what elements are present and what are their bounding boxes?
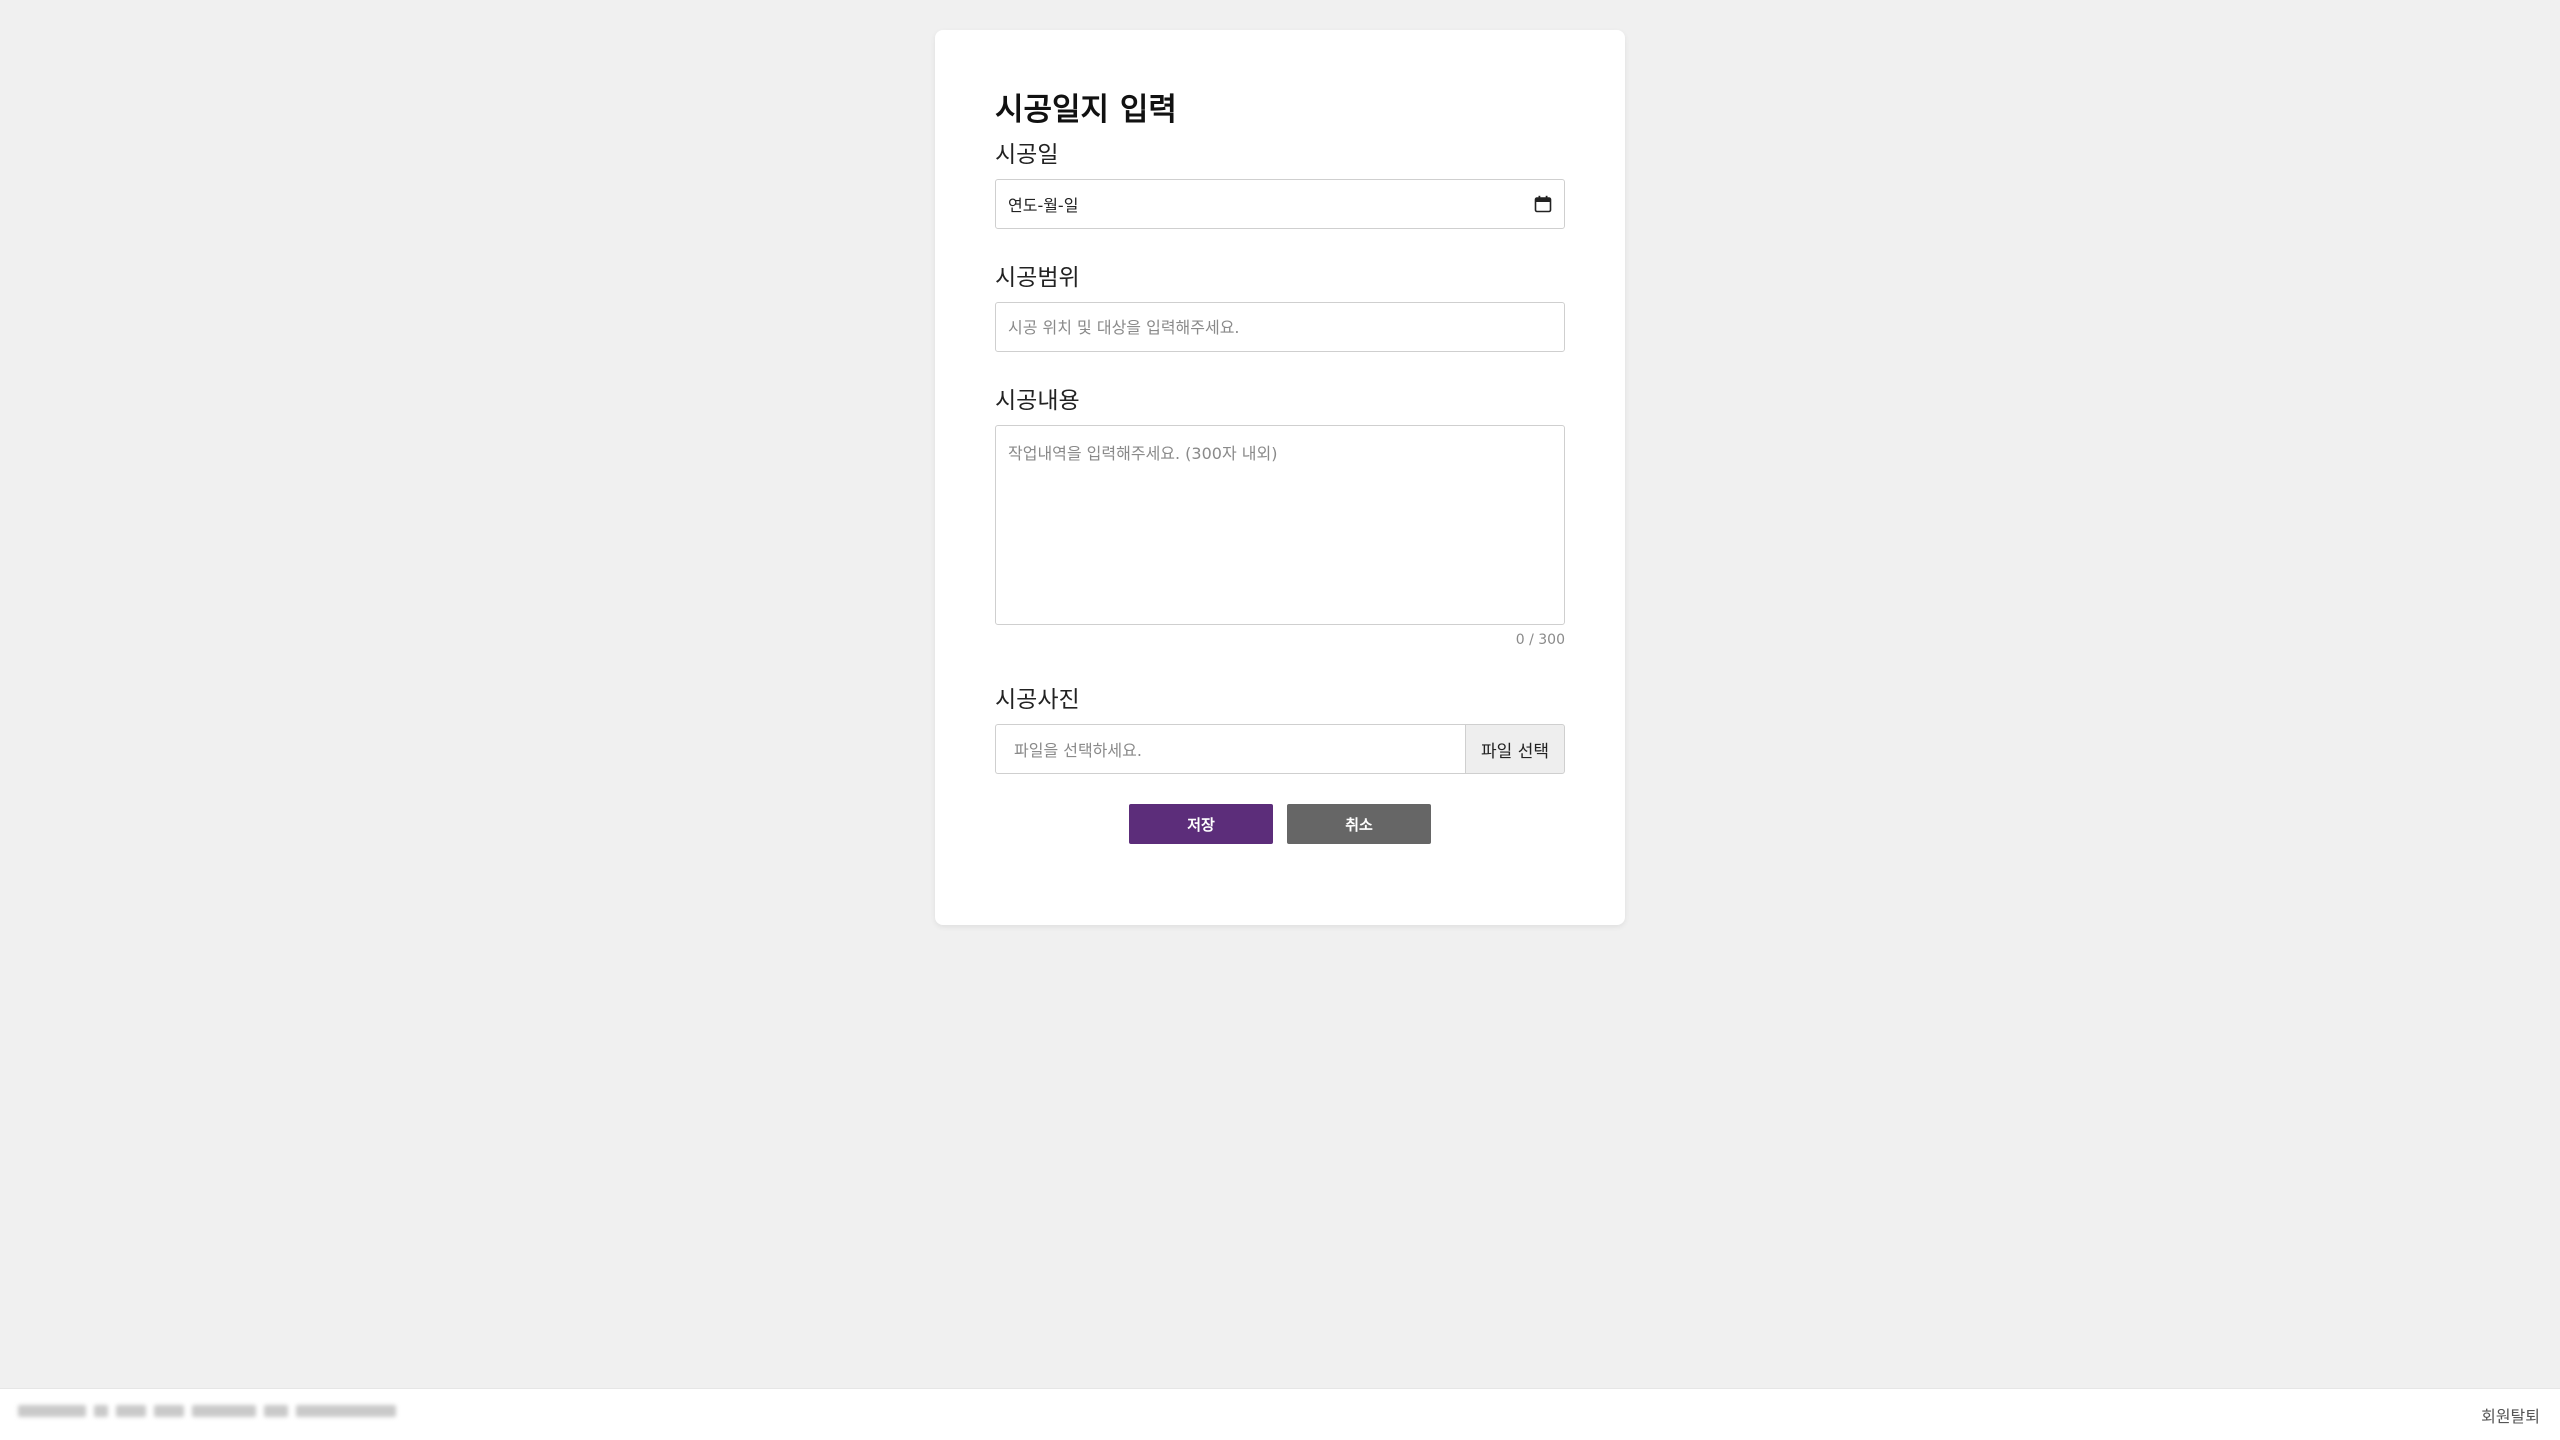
scope-label: 시공범위: [995, 265, 1080, 291]
content-textarea[interactable]: [995, 425, 1565, 625]
blurred-company-info: [18, 1405, 396, 1417]
content-field: 시공내용 0 / 300: [995, 390, 1565, 647]
scope-field: 시공범위: [995, 267, 1565, 352]
withdraw-link[interactable]: 회원탈퇴: [2481, 1403, 2540, 1427]
form-actions: 저장 취소: [995, 804, 1565, 844]
construction-log-form-card: 시공일지 입력 시공일 연도-월-일 시공범위 시공내용 0 / 300 시공사…: [935, 30, 1625, 925]
photo-field: 시공사진 파일을 선택하세요. 파일 선택: [995, 689, 1565, 774]
date-input[interactable]: 연도-월-일: [995, 179, 1565, 229]
char-counter: 0 / 300: [1515, 632, 1565, 648]
calendar-icon[interactable]: [1534, 195, 1552, 213]
content-label: 시공내용: [995, 388, 1080, 414]
photo-label: 시공사진: [995, 687, 1080, 713]
save-button[interactable]: 저장: [1129, 804, 1273, 844]
date-field: 시공일 연도-월-일: [995, 144, 1565, 229]
choose-file-button[interactable]: 파일 선택: [1465, 724, 1565, 774]
page-title: 시공일지 입력: [995, 92, 1177, 128]
file-picker: 파일을 선택하세요. 파일 선택: [995, 724, 1565, 774]
scope-input[interactable]: [995, 302, 1565, 352]
footer: 회원탈퇴: [0, 1388, 2560, 1440]
date-label: 시공일: [995, 142, 1059, 168]
cancel-button[interactable]: 취소: [1287, 804, 1431, 844]
file-name-display[interactable]: 파일을 선택하세요.: [995, 724, 1465, 774]
date-value: 연도-월-일: [1008, 196, 1079, 215]
